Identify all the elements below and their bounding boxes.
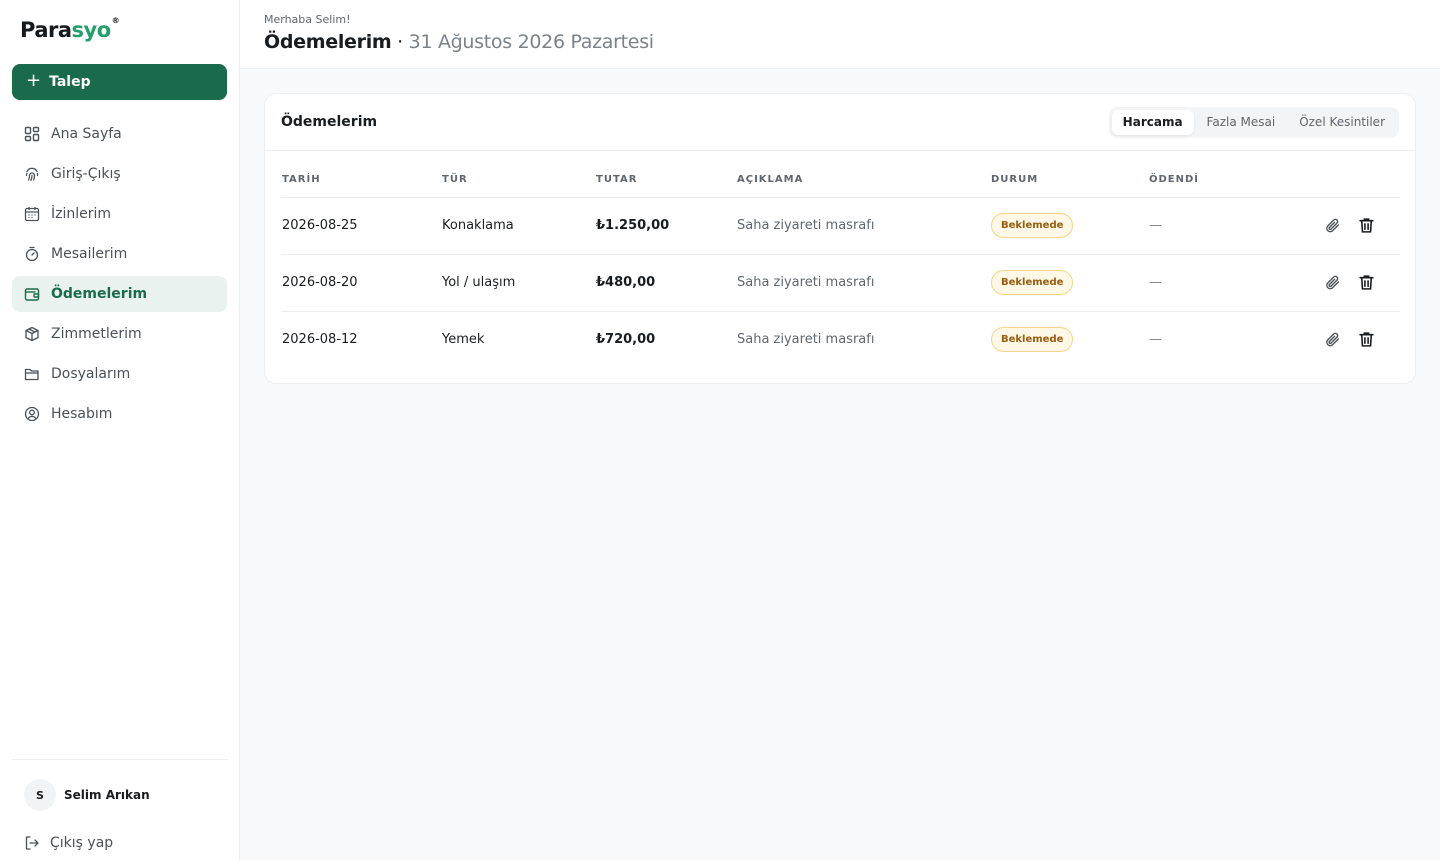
table-row: 2026-08-20 Yol / ulaşım ₺480,00 Saha ziy… [281,254,1400,312]
trash-icon [1358,218,1374,233]
plus-icon: + [26,70,42,91]
logout-label: Çıkış yap [50,835,114,851]
trash-icon [1358,275,1374,290]
fingerprint-icon [25,167,39,182]
paperclip-icon [1325,218,1339,233]
sidebar-item-label: Ödemelerim [51,286,148,302]
page-header: Merhaba Selim! Ödemelerim · 31 Ağustos 2… [240,0,1440,69]
cell-actions [1268,254,1400,312]
folder-icon [24,368,39,381]
attachment-button[interactable] [1323,331,1341,349]
logo[interactable]: Parasyo® [20,16,120,42]
sidebar-item-odemelerim[interactable]: Ödemelerim [12,276,227,312]
status-badge: Beklemede [991,327,1074,353]
cell-date: 2026-08-12 [282,332,358,348]
grid-icon [24,126,40,142]
cell-type: Konaklama [441,197,595,255]
sidebar-item-izinlerim[interactable]: İzinlerim [12,196,227,232]
avatar: S [24,779,56,811]
cell-status: Beklemede [990,311,1148,368]
delete-button[interactable] [1357,274,1375,292]
logout-button[interactable]: Çıkış yap [12,828,228,858]
sidebar-item-label: Zimmetlerim [51,326,142,342]
cell-amount: ₺1.250,00 [595,197,736,255]
page-date: 31 Ağustos 2026 Pazartesi [408,31,654,53]
logout-icon [25,836,39,850]
cell-paid: — [1149,332,1162,348]
card-header: Ödemelerim Harcama Fazla Mesai Özel Kesi… [265,94,1415,151]
sidebar-item-zimmetlerim[interactable]: Zimmetlerim [12,316,227,352]
status-badge: Beklemede [991,270,1074,295]
status-badge: Beklemede [991,213,1074,238]
new-request-button[interactable]: + Talep [12,64,227,100]
table-row: 2026-08-25 Konaklama ₺1.250,00 Saha ziya… [281,197,1400,255]
sidebar-nav: Ana Sayfa Giriş-Çıkış İzinlerim Mesailer… [12,116,227,436]
page-title: Ödemelerim · 31 Ağustos 2026 Pazartesi [264,31,654,53]
calendar-icon [24,207,40,222]
sidebar: Parasyo® + Talep Ana Sayfa Giriş-Çıkış İ… [0,0,240,860]
column-header-amount[interactable]: TUTAR [595,151,736,198]
new-request-label: Talep [49,74,91,90]
sidebar-item-label: Hesabım [51,406,113,422]
cell-date: 2026-08-25 [281,197,441,255]
cell-paid: — [1148,197,1268,255]
column-header-paid[interactable]: ÖDENDİ [1148,151,1268,198]
payments-card: Ödemelerim Harcama Fazla Mesai Özel Kesi… [264,93,1416,384]
sidebar-item-label: Giriş-Çıkış [51,166,121,182]
sidebar-item-label: İzinlerim [51,206,112,222]
attachment-button[interactable] [1323,217,1341,235]
cell-type: Yol / ulaşım [441,254,595,312]
cell-amount: ₺720,00 [596,332,656,348]
cell-actions [1268,197,1400,255]
greeting: Merhaba Selim! [264,13,351,26]
cell-status: Beklemede [990,254,1148,312]
attachment-button[interactable] [1323,274,1341,292]
sidebar-item-dosyalarim[interactable]: Dosyalarım [12,356,227,392]
box-icon [25,326,39,342]
cell-description: Saha ziyareti masrafı [736,197,990,255]
cell-description: Saha ziyareti masrafı [737,332,875,348]
sidebar-item-label: Ana Sayfa [51,126,122,142]
user-circle-icon [24,406,40,422]
wallet-icon [24,288,40,301]
user-name: Selim Arıkan [64,788,150,802]
sidebar-footer: S Selim Arıkan Çıkış yap [12,759,228,858]
delete-button[interactable] [1357,331,1375,349]
paperclip-icon [1325,275,1339,290]
column-header-date[interactable]: TARİH [281,151,441,198]
cell-amount: ₺480,00 [595,254,736,312]
table-row: 2026-08-12 Yemek ₺720,00 Saha ziyareti m… [281,311,1400,368]
timer-icon [25,246,39,262]
sidebar-item-hesabim[interactable]: Hesabım [12,396,227,432]
cell-type: Yemek [442,332,485,348]
card-title: Ödemelerim [281,114,378,130]
column-header-status[interactable]: DURUM [990,151,1148,198]
column-header-description[interactable]: AÇIKLAMA [736,151,990,198]
paperclip-icon [1325,332,1339,347]
tab-harcama[interactable]: Harcama [1111,109,1194,135]
cell-date: 2026-08-20 [281,254,441,312]
column-header-type[interactable]: TÜR [441,151,595,198]
table-header-row: TARİH TÜR TUTAR AÇIKLAMA DURUM ÖDENDİ [281,151,1400,198]
cell-paid: — [1148,254,1268,312]
sidebar-item-giris-cikis[interactable]: Giriş-Çıkış [12,156,227,192]
cell-status: Beklemede [990,197,1148,255]
tab-fazla-mesai[interactable]: Fazla Mesai [1196,110,1287,135]
cell-actions [1268,311,1400,368]
sidebar-item-label: Dosyalarım [51,366,131,382]
column-header-actions [1268,151,1400,198]
trash-icon [1358,332,1374,347]
sidebar-item-mesailerim[interactable]: Mesailerim [12,236,227,272]
user-profile[interactable]: S Selim Arıkan [12,760,228,818]
delete-button[interactable] [1357,217,1375,235]
payment-type-tabs: Harcama Fazla Mesai Özel Kesintiler [1108,106,1399,138]
sidebar-item-label: Mesailerim [51,246,128,262]
page-title-text: Ödemelerim [264,31,392,53]
tab-ozel-kesintiler[interactable]: Özel Kesintiler [1288,110,1396,135]
sidebar-item-ana-sayfa[interactable]: Ana Sayfa [12,116,227,152]
cell-description: Saha ziyareti masrafı [736,254,990,312]
payments-table: TARİH TÜR TUTAR AÇIKLAMA DURUM ÖDENDİ 20… [281,151,1400,368]
title-separator: · [397,31,403,53]
